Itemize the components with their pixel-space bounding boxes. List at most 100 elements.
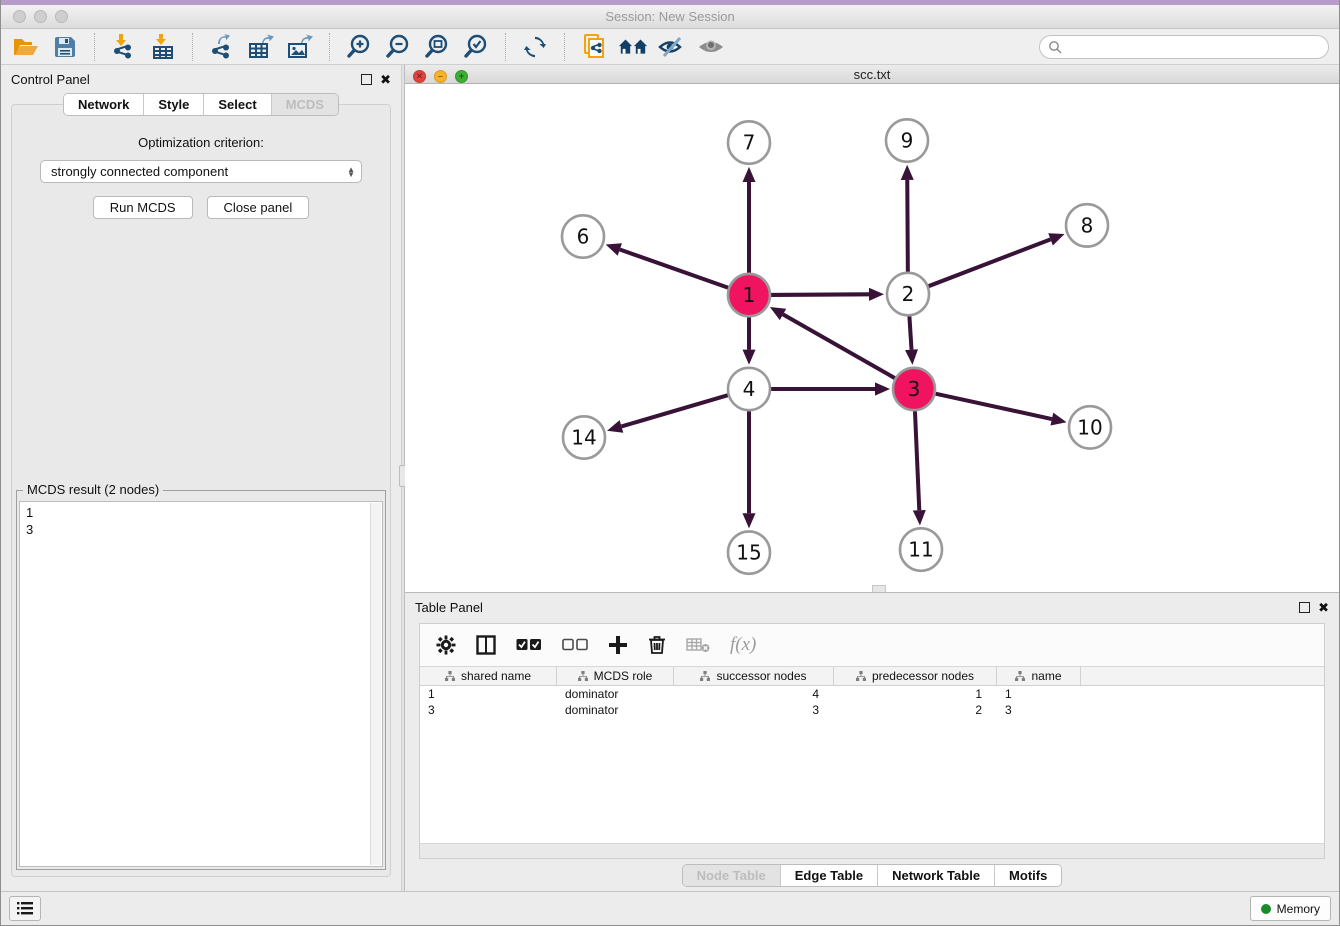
result-scrollbar[interactable]: [370, 503, 381, 865]
graph-node-label: 8: [1081, 213, 1094, 237]
zoom-in-icon[interactable]: [344, 33, 374, 61]
edge-2-3[interactable]: [909, 316, 911, 349]
network-graph[interactable]: 7968124314101511: [405, 84, 1339, 592]
add-column-icon[interactable]: [608, 635, 628, 655]
save-session-icon[interactable]: [50, 33, 80, 61]
edge-2-9[interactable]: [907, 180, 908, 272]
column-header-predecessor-nodes[interactable]: predecessor nodes: [834, 667, 997, 685]
edge-3-1[interactable]: [783, 314, 895, 378]
edge-1-6[interactable]: [620, 249, 728, 287]
hide-panel-icon[interactable]: [657, 33, 687, 61]
import-table-icon[interactable]: [148, 33, 178, 61]
home-layout-icon[interactable]: [618, 33, 648, 61]
optimization-criterion-label: Optimization criterion:: [16, 135, 386, 150]
refresh-layout-icon[interactable]: [520, 33, 550, 61]
hierarchy-icon: [445, 671, 455, 681]
settings-gear-icon[interactable]: [436, 635, 456, 655]
export-table-icon[interactable]: [246, 33, 276, 61]
network-close-icon[interactable]: ✕: [413, 70, 426, 83]
select-all-icon[interactable]: [516, 638, 542, 652]
mcds-result-title: MCDS result (2 nodes): [23, 482, 163, 497]
toolbar-separator: [505, 33, 506, 61]
edge-1-2[interactable]: [771, 294, 869, 295]
tab-select[interactable]: Select: [204, 94, 271, 115]
hierarchy-icon: [856, 671, 866, 681]
edge-3-10[interactable]: [936, 394, 1052, 419]
app-window: Session: New Session: [0, 0, 1340, 926]
table-cell[interactable]: 2: [834, 702, 997, 718]
zoom-selected-icon[interactable]: [461, 33, 491, 61]
tab-mcds[interactable]: MCDS: [272, 94, 338, 115]
table-row[interactable]: 3dominator323: [420, 702, 1324, 718]
horizontal-splitter-grip[interactable]: [872, 585, 886, 592]
clone-network-icon[interactable]: [579, 33, 609, 61]
table-row[interactable]: 1dominator411: [420, 686, 1324, 702]
float-table-panel-icon[interactable]: [1299, 602, 1310, 613]
table-cell[interactable]: 3: [674, 702, 834, 718]
tab-network[interactable]: Network: [64, 94, 144, 115]
edge-2-8[interactable]: [929, 239, 1051, 286]
column-header-successor-nodes[interactable]: successor nodes: [674, 667, 834, 685]
open-folder-icon[interactable]: [11, 33, 41, 61]
graph-node-label: 15: [736, 541, 761, 565]
table-cell[interactable]: 4: [674, 686, 834, 702]
mcds-result-list[interactable]: 1 3: [19, 501, 383, 867]
tab-style[interactable]: Style: [144, 94, 204, 115]
mcds-tab-content: Optimization criterion: strongly connect…: [11, 104, 391, 877]
zoom-window-button[interactable]: [55, 10, 68, 23]
export-image-icon[interactable]: [285, 33, 315, 61]
table-cell[interactable]: dominator: [557, 702, 674, 718]
table-toolbar: f(x): [420, 624, 1324, 666]
network-maximize-icon[interactable]: +: [455, 70, 468, 83]
search-field[interactable]: [1039, 35, 1329, 59]
function-builder-icon[interactable]: f(x): [730, 634, 756, 656]
deselect-all-icon[interactable]: [562, 638, 588, 652]
network-window-titlebar[interactable]: ✕ – + scc.txt: [405, 65, 1339, 84]
close-table-panel-icon[interactable]: ✖: [1318, 602, 1329, 613]
hierarchy-icon: [578, 671, 588, 681]
float-panel-icon[interactable]: [361, 74, 372, 85]
close-panel-icon[interactable]: ✖: [380, 74, 391, 85]
close-panel-button[interactable]: Close panel: [207, 196, 310, 219]
column-panel-icon[interactable]: [476, 635, 496, 655]
run-mcds-button[interactable]: Run MCDS: [93, 196, 193, 219]
column-header-MCDS-role[interactable]: MCDS role: [557, 667, 674, 685]
table-scrollbar-area[interactable]: [420, 843, 1324, 858]
column-header-name[interactable]: name: [997, 667, 1081, 685]
control-panel: Control Panel ✖ NetworkStyleSelectMCDS O…: [1, 65, 401, 891]
delete-column-icon[interactable]: [648, 635, 666, 655]
import-network-icon[interactable]: [109, 33, 139, 61]
graph-node-label: 14: [571, 425, 596, 449]
edge-arrowhead: [869, 288, 884, 301]
titlebar: Session: New Session: [1, 5, 1339, 29]
table-cell[interactable]: 1: [420, 686, 557, 702]
tab-edge-table[interactable]: Edge Table: [781, 865, 878, 886]
close-window-button[interactable]: [13, 10, 26, 23]
optimization-criterion-select[interactable]: strongly connected component ▲▼: [40, 160, 362, 183]
minimize-window-button[interactable]: [34, 10, 47, 23]
show-panel-icon[interactable]: [696, 33, 726, 61]
tab-network-table[interactable]: Network Table: [878, 865, 995, 886]
toolbar-separator: [94, 33, 95, 61]
zoom-out-icon[interactable]: [383, 33, 413, 61]
delete-table-icon[interactable]: [686, 637, 710, 653]
table-cell[interactable]: 3: [997, 702, 1081, 718]
zoom-fit-icon[interactable]: [422, 33, 452, 61]
task-history-button[interactable]: [9, 896, 41, 921]
table-cell[interactable]: 3: [420, 702, 557, 718]
control-panel-tabs: NetworkStyleSelectMCDS: [63, 93, 339, 116]
table-cell[interactable]: dominator: [557, 686, 674, 702]
table-cell[interactable]: 1: [997, 686, 1081, 702]
memory-button[interactable]: Memory: [1250, 896, 1331, 921]
search-input[interactable]: [1062, 40, 1320, 54]
edge-4-14[interactable]: [621, 395, 727, 426]
tab-motifs[interactable]: Motifs: [995, 865, 1061, 886]
tab-node-table[interactable]: Node Table: [683, 865, 781, 886]
column-header-shared-name[interactable]: shared name: [420, 667, 557, 685]
edge-3-11[interactable]: [915, 411, 919, 510]
table-cell[interactable]: 1: [834, 686, 997, 702]
export-network-icon[interactable]: [207, 33, 237, 61]
toolbar-separator: [192, 33, 193, 61]
network-canvas[interactable]: 7968124314101511: [405, 84, 1339, 592]
network-minimize-icon[interactable]: –: [434, 70, 447, 83]
